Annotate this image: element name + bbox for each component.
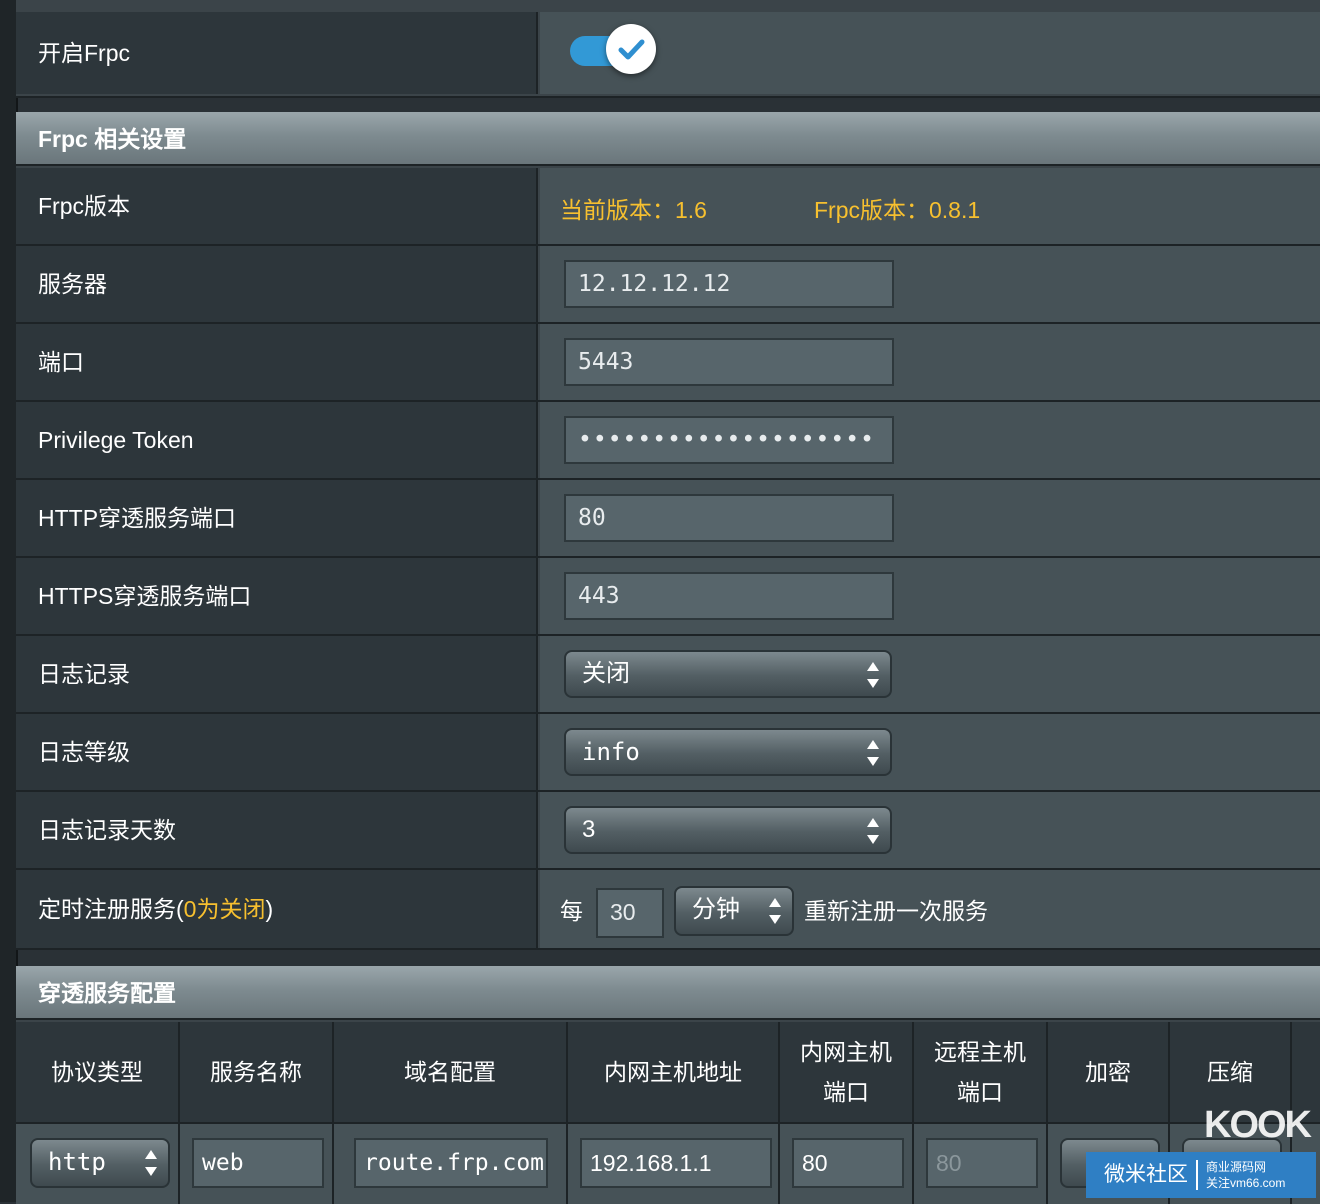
loglevel-select-value: info [582, 738, 640, 766]
header-service-name: 服务名称 [180, 1022, 334, 1122]
remote-port-cell: 80 [914, 1124, 1048, 1204]
version-row: Frpc版本 当前版本：1.6 Frpc版本：0.8.1 [16, 168, 1320, 246]
https-port-input[interactable]: 443 [564, 572, 894, 620]
watermark-line1: 商业源码网 [1206, 1160, 1267, 1174]
timer-unit-value: 分钟 [692, 896, 740, 923]
log-row: 日志记录 关闭 [16, 636, 1320, 714]
updown-arrow-icon [866, 818, 880, 844]
timer-suffix: 重新注册一次服务 [804, 898, 988, 924]
enable-value-cell [540, 12, 1320, 94]
updown-arrow-icon [144, 1150, 158, 1176]
remote-port-input[interactable]: 80 [926, 1138, 1038, 1188]
port-cell: 5443 [540, 324, 1320, 400]
version-cell: 当前版本：1.6 Frpc版本：0.8.1 [540, 168, 1320, 244]
watermark-divider [1196, 1160, 1198, 1190]
enable-label: 开启Frpc [16, 12, 538, 94]
updown-arrow-icon [866, 740, 880, 766]
protocol-select[interactable]: http [30, 1138, 170, 1188]
watermark-brand: 微米社区 [1104, 1163, 1188, 1186]
settings-panel: Frpc 相关设置 Frpc版本 当前版本：1.6 Frpc版本：0.8.1 服… [16, 112, 1320, 950]
timer-row: 定时注册服务(0为关闭) 每 30 分钟 重新注册一次服务 [16, 870, 1320, 950]
top-edge [16, 0, 1320, 12]
domain-input[interactable]: route.frp.com [354, 1138, 548, 1188]
logdays-select-value: 3 [582, 816, 596, 843]
local-ip-input[interactable]: 192.168.1.1 [580, 1138, 772, 1188]
timer-label-highlight: 0为关闭 [183, 896, 266, 922]
timer-unit-select[interactable]: 分钟 [674, 886, 794, 936]
timer-label: 定时注册服务(0为关闭) [16, 870, 538, 948]
local-port-cell: 80 [780, 1124, 914, 1204]
current-version: 当前版本：1.6 [560, 197, 707, 223]
timer-cell: 每 30 分钟 重新注册一次服务 [540, 870, 1320, 948]
https-port-label: HTTPS穿透服务端口 [16, 558, 538, 634]
local-ip-cell: 192.168.1.1 [568, 1124, 780, 1204]
log-select-value: 关闭 [582, 660, 630, 687]
loglevel-cell: info [540, 714, 1320, 790]
timer-every: 每 [560, 898, 583, 924]
logdays-cell: 3 [540, 792, 1320, 868]
port-input[interactable]: 5443 [564, 338, 894, 386]
updown-arrow-icon [866, 662, 880, 688]
protocol-cell: http [16, 1124, 180, 1204]
http-port-label: HTTP穿透服务端口 [16, 480, 538, 556]
token-row: Privilege Token •••••••••••••••••••• [16, 402, 1320, 480]
protocol-select-value: http [48, 1148, 106, 1176]
domain-cell: route.frp.com [334, 1124, 568, 1204]
token-cell: •••••••••••••••••••• [540, 402, 1320, 478]
log-label: 日志记录 [16, 636, 538, 712]
https-port-row: HTTPS穿透服务端口 443 [16, 558, 1320, 636]
services-title: 穿透服务配置 [16, 966, 1320, 1020]
watermark-banner: 微米社区 商业源码网 关注vm66.com [1086, 1152, 1316, 1198]
port-row: 端口 5443 [16, 324, 1320, 402]
server-input[interactable]: 12.12.12.12 [564, 260, 894, 308]
timer-label-prefix: 定时注册服务( [38, 896, 184, 922]
header-local-ip: 内网主机地址 [568, 1022, 780, 1122]
header-encrypt: 加密 [1048, 1022, 1170, 1122]
enable-panel: 开启Frpc [16, 0, 1320, 98]
server-row: 服务器 12.12.12.12 [16, 246, 1320, 324]
logdays-label: 日志记录天数 [16, 792, 538, 868]
log-cell: 关闭 [540, 636, 1320, 712]
watermark-logo: KOOK [1204, 1104, 1312, 1146]
logdays-select[interactable]: 3 [564, 806, 892, 854]
enable-row: 开启Frpc [16, 12, 1320, 98]
token-input[interactable]: •••••••••••••••••••• [564, 416, 894, 464]
local-port-input[interactable]: 80 [792, 1138, 904, 1188]
log-select[interactable]: 关闭 [564, 650, 892, 698]
settings-title: Frpc 相关设置 [16, 112, 1320, 166]
loglevel-row: 日志等级 info [16, 714, 1320, 792]
header-protocol: 协议类型 [16, 1022, 180, 1122]
watermark-line2: 关注vm66.com [1206, 1176, 1286, 1190]
header-domain: 域名配置 [334, 1022, 568, 1122]
service-name-input[interactable]: web [192, 1138, 324, 1188]
header-remote-port: 远程主机 端口 [914, 1022, 1048, 1122]
loglevel-select[interactable]: info [564, 728, 892, 776]
http-port-cell: 80 [540, 480, 1320, 556]
service-name-cell: web [180, 1124, 334, 1204]
services-table-header: 协议类型 服务名称 域名配置 内网主机地址 内网主机 端口 远程主机 端口 加密… [16, 1022, 1320, 1122]
timer-input[interactable]: 30 [596, 888, 664, 938]
frpc-version: Frpc版本：0.8.1 [814, 197, 981, 223]
http-port-row: HTTP穿透服务端口 80 [16, 480, 1320, 558]
loglevel-label: 日志等级 [16, 714, 538, 790]
port-label: 端口 [16, 324, 538, 400]
check-icon[interactable] [606, 24, 656, 74]
logdays-row: 日志记录天数 3 [16, 792, 1320, 870]
timer-label-suffix: ) [265, 896, 274, 922]
version-label: Frpc版本 [16, 168, 538, 244]
token-label: Privilege Token [16, 402, 538, 478]
https-port-cell: 443 [540, 558, 1320, 634]
header-local-port: 内网主机 端口 [780, 1022, 914, 1122]
server-label: 服务器 [16, 246, 538, 322]
updown-arrow-icon [768, 898, 782, 924]
http-port-input[interactable]: 80 [564, 494, 894, 542]
server-cell: 12.12.12.12 [540, 246, 1320, 322]
